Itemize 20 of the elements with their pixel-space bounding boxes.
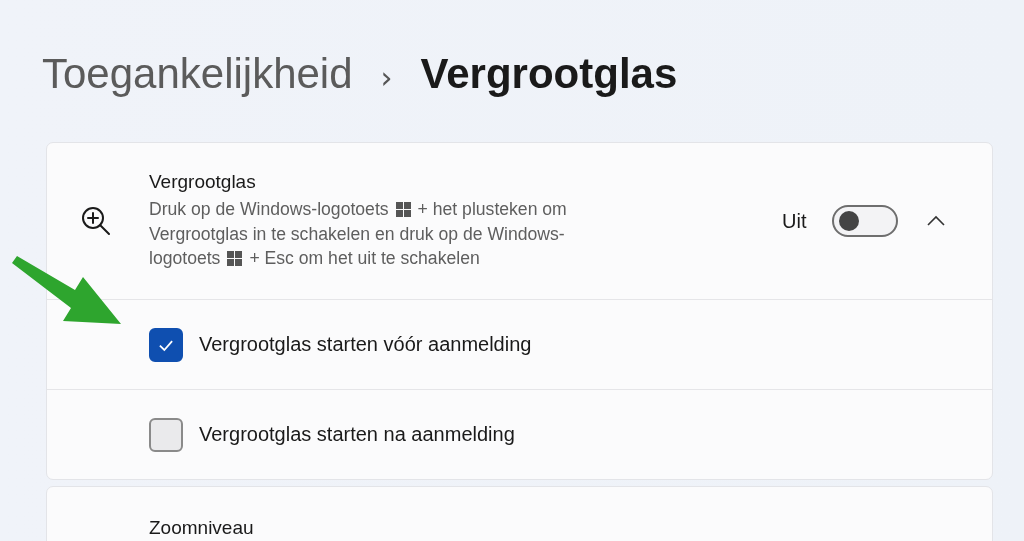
toggle-state-label: Uit [782, 209, 807, 233]
checkbox-label: Vergrootglas starten vóór aanmelding [199, 333, 532, 356]
setting-title: Zoomniveau [149, 517, 254, 539]
setting-description: logotoets [149, 247, 221, 271]
setting-title: Vergrootglas [149, 171, 257, 194]
checkbox[interactable] [149, 417, 183, 452]
toggle-switch[interactable] [832, 205, 899, 237]
zoom-in-icon [80, 205, 112, 237]
breadcrumb-separator: › [380, 60, 393, 95]
breadcrumb-parent[interactable]: Toegankelijkheid [42, 50, 353, 98]
chevron-up-icon[interactable] [926, 215, 947, 227]
checkbox[interactable] [149, 327, 183, 362]
setting-description: + Esc om het uit te schakelen [249, 247, 480, 271]
page-title: Vergrootglas [420, 50, 678, 98]
setting-description: Druk op de Windows-logotoets [149, 198, 389, 222]
setting-description: + het plusteken om [417, 198, 567, 222]
windows-logo-icon [395, 202, 411, 217]
setting-description: Vergrootglas in te schakelen en druk op de Windows- [149, 222, 565, 246]
checkbox-label: Vergrootglas starten na aanmelding [199, 423, 515, 446]
windows-logo-icon [227, 251, 243, 266]
